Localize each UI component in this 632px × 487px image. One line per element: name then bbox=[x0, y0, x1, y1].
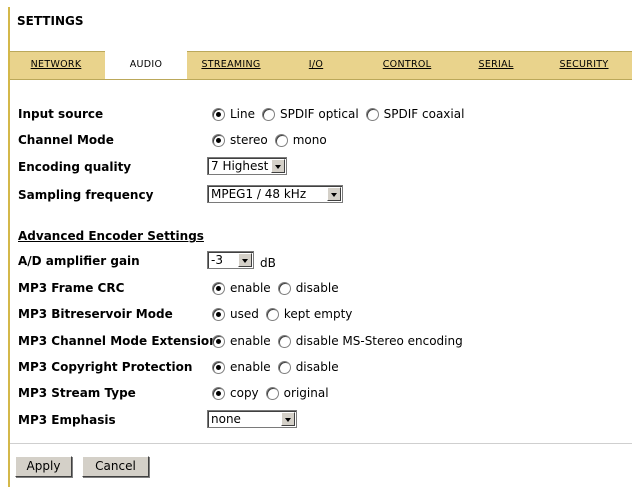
cancel-button[interactable]: Cancel bbox=[82, 456, 149, 477]
bitreservoir-options: used kept empty bbox=[212, 307, 359, 321]
input-source-spdif-coaxial-label: SPDIF coaxial bbox=[383, 107, 465, 121]
channel-ext-enable-radio[interactable] bbox=[212, 334, 225, 348]
frame-crc-disable-label: disable bbox=[295, 281, 339, 295]
bitreservoir-kept-empty-label: kept empty bbox=[283, 307, 353, 321]
input-source-line-label: Line bbox=[230, 107, 256, 121]
page-title: SETTINGS bbox=[17, 14, 84, 28]
emphasis-label: MP3 Emphasis bbox=[18, 413, 116, 427]
chevron-down-icon bbox=[327, 187, 341, 201]
encoding-quality-label: Encoding quality bbox=[18, 160, 132, 174]
tab-streaming[interactable]: STREAMING bbox=[198, 52, 264, 79]
encoding-quality-value: 7 Highest bbox=[211, 159, 269, 173]
tab-bar: NETWORK AUDIO STREAMING I/O CONTROL SERI… bbox=[10, 51, 632, 80]
input-source-label: Input source bbox=[18, 107, 104, 121]
input-source-spdif-optical-label: SPDIF optical bbox=[280, 107, 359, 121]
frame-crc-enable-label: enable bbox=[230, 281, 271, 295]
ad-gain-value: -3 bbox=[211, 253, 223, 267]
copyright-label: MP3 Copyright Protection bbox=[18, 360, 193, 374]
tab-io[interactable]: I/O bbox=[305, 52, 327, 79]
channel-mode-options: stereo mono bbox=[212, 133, 334, 147]
stream-type-copy-radio[interactable] bbox=[212, 386, 225, 400]
channel-ext-disable-radio[interactable] bbox=[277, 334, 291, 348]
tab-serial[interactable]: SERIAL bbox=[473, 52, 519, 79]
channel-mode-stereo-label: stereo bbox=[230, 133, 268, 147]
channel-mode-mono-label: mono bbox=[292, 133, 327, 147]
stream-type-label: MP3 Stream Type bbox=[18, 386, 136, 400]
divider bbox=[10, 443, 632, 444]
tab-security[interactable]: SECURITY bbox=[553, 52, 615, 79]
channel-ext-options: enable disable MS-Stereo encoding bbox=[212, 334, 470, 348]
channel-ext-disable-label: disable MS-Stereo encoding bbox=[295, 334, 463, 348]
sampling-frequency-value: MPEG1 / 48 kHz bbox=[211, 187, 307, 201]
ad-gain-label: A/D amplifier gain bbox=[18, 254, 140, 268]
chevron-down-icon bbox=[271, 159, 285, 173]
apply-button[interactable]: Apply bbox=[15, 456, 72, 477]
channel-ext-enable-label: enable bbox=[230, 334, 271, 348]
stream-type-original-label: original bbox=[283, 386, 329, 400]
frame-crc-enable-radio[interactable] bbox=[212, 281, 225, 295]
frame-crc-options: enable disable bbox=[212, 281, 346, 295]
ad-gain-unit: dB bbox=[260, 256, 276, 270]
stream-type-original-radio[interactable] bbox=[265, 386, 279, 400]
frame-crc-disable-radio[interactable] bbox=[277, 281, 291, 295]
stream-type-copy-label: copy bbox=[230, 386, 259, 400]
input-source-options: Line SPDIF optical SPDIF coaxial bbox=[212, 107, 471, 121]
bitreservoir-label: MP3 Bitreservoir Mode bbox=[18, 307, 173, 321]
settings-window: SETTINGS NETWORK AUDIO STREAMING I/O CON… bbox=[0, 0, 632, 487]
ad-gain-select[interactable]: -3 bbox=[207, 251, 254, 269]
tab-control[interactable]: CONTROL bbox=[379, 52, 435, 79]
stream-type-options: copy original bbox=[212, 386, 336, 400]
encoding-quality-select[interactable]: 7 Highest bbox=[207, 157, 287, 175]
emphasis-select[interactable]: none bbox=[207, 410, 297, 428]
sampling-frequency-select[interactable]: MPEG1 / 48 kHz bbox=[207, 185, 343, 203]
channel-mode-stereo-radio[interactable] bbox=[212, 133, 225, 147]
input-source-spdif-coaxial-radio[interactable] bbox=[365, 107, 379, 121]
input-source-spdif-optical-radio[interactable] bbox=[262, 107, 276, 121]
bitreservoir-used-radio[interactable] bbox=[212, 307, 225, 321]
channel-ext-label: MP3 Channel Mode Extension bbox=[18, 334, 218, 348]
input-source-line-radio[interactable] bbox=[212, 107, 225, 121]
copyright-disable-radio[interactable] bbox=[277, 360, 291, 374]
bitreservoir-used-label: used bbox=[230, 307, 259, 321]
chevron-down-icon bbox=[281, 412, 295, 426]
tab-audio[interactable]: AUDIO bbox=[105, 51, 187, 79]
copyright-enable-label: enable bbox=[230, 360, 271, 374]
channel-mode-label: Channel Mode bbox=[18, 133, 114, 147]
copyright-options: enable disable bbox=[212, 360, 346, 374]
copyright-disable-label: disable bbox=[295, 360, 339, 374]
advanced-settings-heading: Advanced Encoder Settings bbox=[18, 229, 204, 243]
bitreservoir-kept-empty-radio[interactable] bbox=[265, 307, 279, 321]
chevron-down-icon bbox=[238, 253, 252, 267]
sampling-frequency-label: Sampling frequency bbox=[18, 188, 154, 202]
frame-crc-label: MP3 Frame CRC bbox=[18, 281, 125, 295]
emphasis-value: none bbox=[211, 412, 241, 426]
tab-network[interactable]: NETWORK bbox=[25, 52, 87, 79]
copyright-enable-radio[interactable] bbox=[212, 360, 225, 374]
channel-mode-mono-radio[interactable] bbox=[274, 133, 288, 147]
